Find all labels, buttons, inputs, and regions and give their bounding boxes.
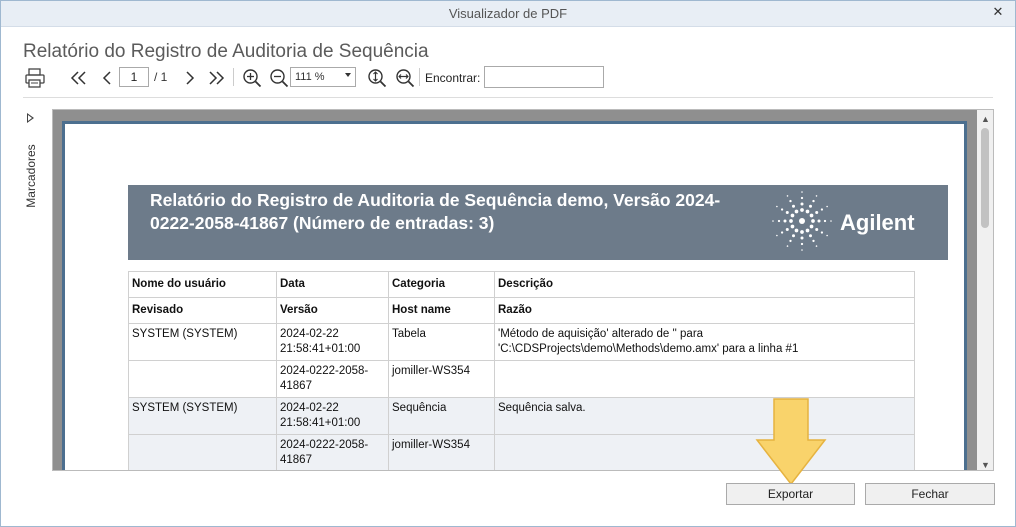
annotation-arrow-icon (755, 398, 827, 486)
find-label: Encontrar: (425, 71, 481, 85)
column-header: Descrição (494, 271, 915, 298)
cell-host: jomiller-WS354 (388, 360, 495, 398)
cell-date: 2024-02-22 21:58:41+01:00 (276, 323, 389, 361)
toolbar: 1 / 1 111 % Encontrar: (23, 65, 993, 89)
zoom-in-icon[interactable] (241, 67, 263, 89)
cell-category: Tabela (388, 323, 495, 361)
cell-description: 'Método de aquisição' alterado de '' par… (494, 323, 915, 361)
scroll-down-icon[interactable]: ▼ (981, 460, 990, 470)
column-header: Data (276, 271, 389, 298)
table-row: 2024-0222-2058-41867 jomiller-WS354 (128, 360, 915, 398)
toolbar-separator (233, 68, 234, 86)
column-header: Categoria (388, 271, 495, 298)
fit-page-icon[interactable] (366, 67, 388, 89)
cell-category: Sequência (388, 397, 495, 435)
cell-reason (494, 360, 915, 398)
find-input[interactable] (484, 66, 604, 88)
export-button[interactable]: Exportar (726, 483, 855, 505)
agilent-spark-logo (772, 191, 832, 251)
viewer-content: Relatório do Registro de Auditoria de Se… (9, 27, 1007, 517)
close-button[interactable]: Fechar (865, 483, 995, 505)
brand-name: Agilent (840, 210, 915, 235)
cell-user: SYSTEM (SYSTEM) (128, 397, 277, 435)
document-viewport[interactable]: Relatório do Registro de Auditoria de Se… (52, 109, 994, 471)
scroll-thumb[interactable] (981, 128, 989, 228)
column-header: Host name (388, 297, 495, 324)
column-header: Razão (494, 297, 915, 324)
vertical-scrollbar[interactable]: ▲ ▼ (977, 110, 993, 470)
print-icon[interactable] (23, 67, 47, 89)
scroll-up-icon[interactable]: ▲ (981, 114, 990, 124)
expand-triangle-inner (28, 115, 32, 121)
column-header: Versão (276, 297, 389, 324)
page-total: / 1 (154, 70, 168, 84)
zoom-out-icon[interactable] (268, 67, 290, 89)
cell-date: 2024-02-22 21:58:41+01:00 (276, 397, 389, 435)
previous-page-icon[interactable] (96, 67, 118, 89)
cell-reviewed (128, 434, 277, 470)
column-header: Revisado (128, 297, 277, 324)
table-header-row: Revisado Versão Host name Razão (128, 297, 915, 324)
table-row: SYSTEM (SYSTEM) 2024-02-22 21:58:41+01:00… (128, 323, 915, 361)
fit-width-icon[interactable] (394, 67, 416, 89)
first-page-icon[interactable] (68, 67, 90, 89)
zoom-value: 111 % (295, 71, 325, 83)
cell-version: 2024-0222-2058-41867 (276, 360, 389, 398)
cell-reviewed (128, 360, 277, 398)
pdf-viewer-window: Visualizador de PDF ✕ Relatório do Regis… (0, 0, 1016, 527)
bookmarks-label[interactable]: Marcadores (24, 136, 38, 216)
cell-host: jomiller-WS354 (388, 434, 495, 470)
close-icon[interactable]: ✕ (991, 5, 1005, 19)
window-title: Visualizador de PDF (448, 6, 568, 21)
cell-user: SYSTEM (SYSTEM) (128, 323, 277, 361)
bookmarks-panel[interactable]: Marcadores (17, 109, 47, 309)
banner-title: Relatório do Registro de Auditoria de Se… (150, 190, 721, 233)
table-header-row: Nome do usuário Data Categoria Descrição (128, 271, 915, 298)
document-page: Relatório do Registro de Auditoria de Se… (62, 121, 967, 470)
cell-version: 2024-0222-2058-41867 (276, 434, 389, 470)
zoom-select[interactable]: 111 % (290, 67, 356, 87)
column-header: Nome do usuário (128, 271, 277, 298)
page-number-input[interactable]: 1 (119, 67, 149, 87)
toolbar-divider (23, 97, 993, 98)
toolbar-separator (419, 68, 420, 86)
chevron-down-icon (345, 73, 351, 77)
cell-description: Sequência salva. (494, 397, 915, 435)
report-banner: Relatório do Registro de Auditoria de Se… (128, 185, 948, 260)
cell-reason (494, 434, 915, 470)
page-title: Relatório do Registro de Auditoria de Se… (23, 41, 429, 62)
next-page-icon[interactable] (179, 67, 201, 89)
title-bar: Visualizador de PDF ✕ (1, 1, 1015, 27)
last-page-icon[interactable] (205, 67, 227, 89)
